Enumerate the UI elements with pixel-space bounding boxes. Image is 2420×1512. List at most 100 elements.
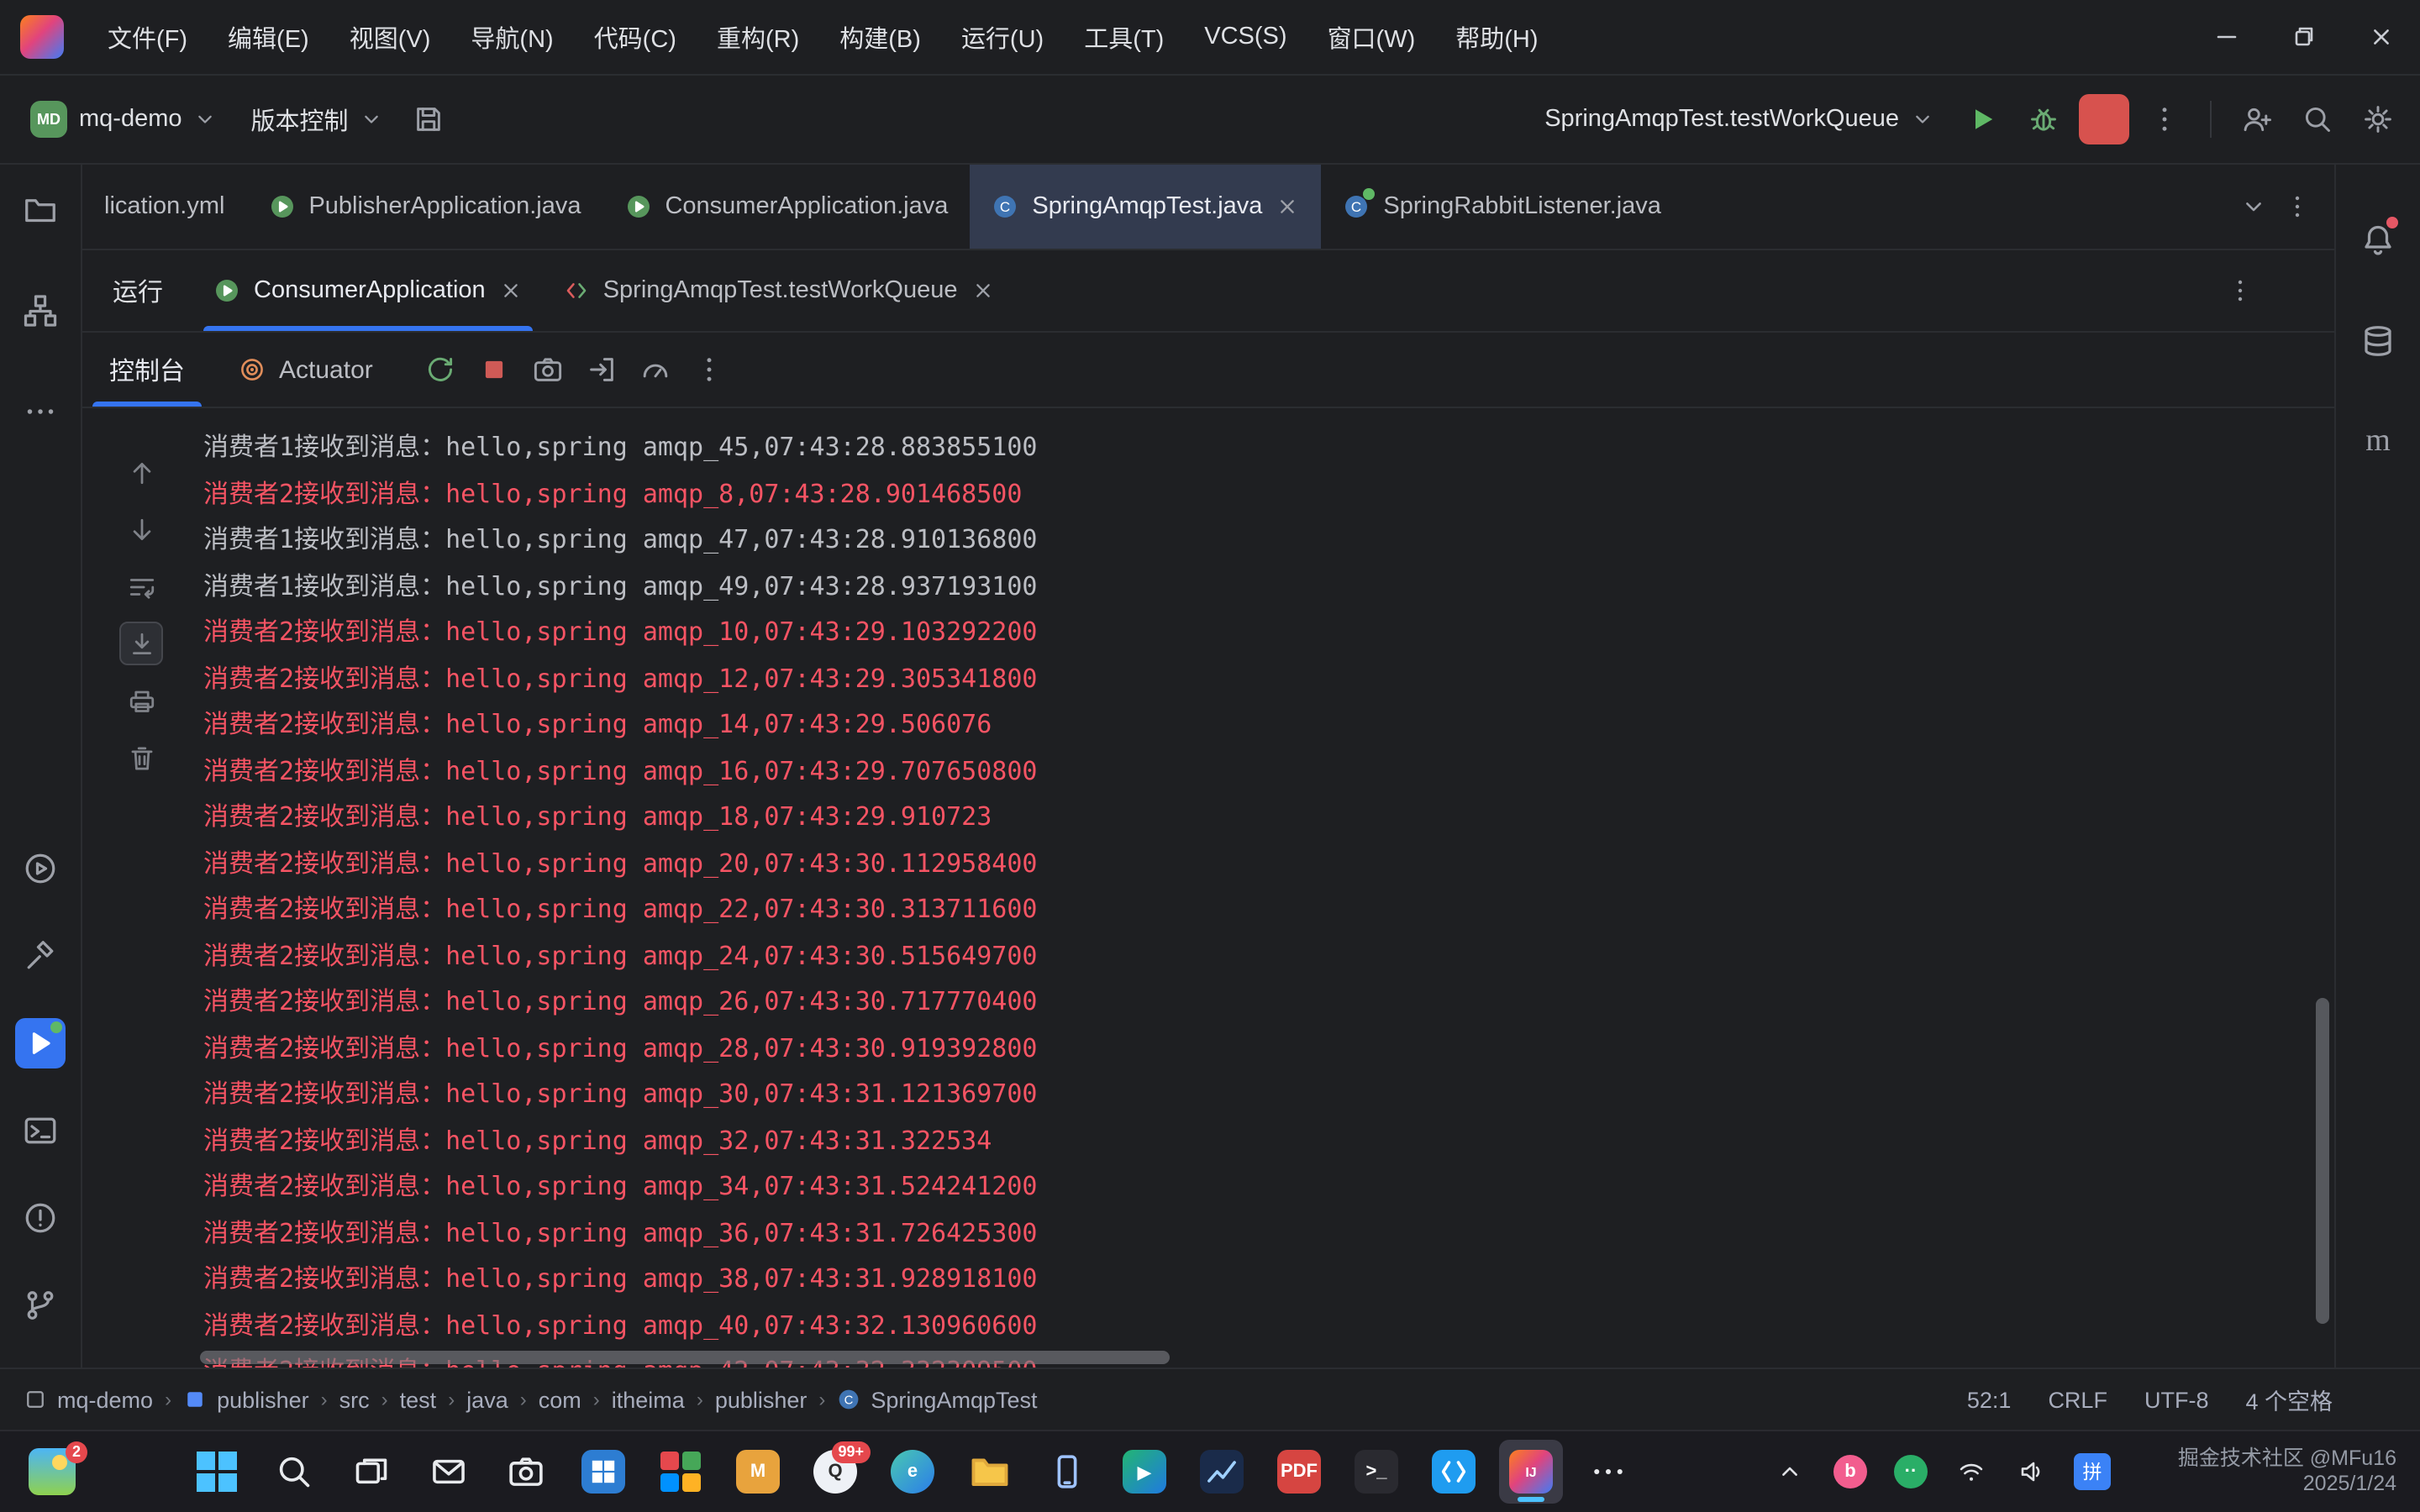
breadcrumb-item-4[interactable]: test — [400, 1387, 437, 1412]
caret-position[interactable]: 52:1 — [1967, 1387, 2012, 1412]
menu-item-7[interactable]: 构建(B) — [819, 0, 941, 74]
hide-panel-icon[interactable] — [2277, 277, 2304, 304]
tray-tray-expand-button[interactable] — [1768, 1450, 1812, 1494]
tray-volume-button[interactable] — [2010, 1450, 2054, 1494]
maven-tool-button[interactable]: m — [2353, 417, 2403, 467]
menu-item-11[interactable]: 窗口(W) — [1307, 0, 1436, 74]
close-tab-icon[interactable] — [971, 279, 994, 302]
project-tool-button[interactable] — [15, 185, 66, 235]
line-separator[interactable]: CRLF — [2048, 1387, 2107, 1412]
run-tool-button[interactable] — [15, 843, 66, 894]
code-with-me-button[interactable] — [2232, 94, 2282, 144]
chevron-down-icon[interactable] — [2240, 193, 2267, 220]
console-tab-1[interactable]: 控制台 — [82, 333, 212, 407]
taskbar-camera-button[interactable] — [494, 1440, 558, 1504]
taskbar-word-m-button[interactable]: M — [726, 1440, 790, 1504]
taskbar-pdf-button[interactable]: PDF — [1267, 1440, 1331, 1504]
widgets-button[interactable]: 2 — [20, 1440, 84, 1504]
taskbar-vscode-button[interactable] — [1422, 1440, 1486, 1504]
taskbar-task-view-button[interactable] — [339, 1440, 403, 1504]
taskbar-intellij-idea-button[interactable]: IJ — [1499, 1440, 1563, 1504]
more-vertical-icon[interactable] — [2284, 193, 2311, 220]
breadcrumb-item-8[interactable]: publisher — [715, 1387, 808, 1412]
search-everywhere-button[interactable] — [2292, 94, 2343, 144]
problems-tool-button[interactable] — [15, 1193, 66, 1243]
project-widget[interactable]: MD mq-demo — [17, 92, 231, 146]
vertical-scrollbar[interactable] — [2316, 998, 2329, 1324]
settings-button[interactable] — [2353, 94, 2403, 144]
database-tool-button[interactable] — [2353, 316, 2403, 366]
breadcrumb-item-3[interactable]: src — [339, 1387, 370, 1412]
menu-item-5[interactable]: 代码(C) — [574, 0, 697, 74]
console-more-button[interactable] — [686, 346, 733, 393]
console-tab-2[interactable]: Actuator — [212, 333, 400, 407]
breadcrumb-item-7[interactable]: itheima — [612, 1387, 685, 1412]
terminal-tool-button[interactable] — [15, 1105, 66, 1156]
debug-button[interactable] — [2018, 94, 2069, 144]
breadcrumb-item-9[interactable]: CSpringAmqpTest — [837, 1387, 1037, 1412]
indent-setting[interactable]: 4 个空格 — [2245, 1383, 2333, 1416]
taskbar-devtools-grid-button[interactable] — [649, 1440, 713, 1504]
taskbar-search-button[interactable] — [262, 1440, 326, 1504]
soft-wrap-button[interactable] — [121, 566, 161, 606]
taskbar-edge-button[interactable]: e — [881, 1440, 944, 1504]
tray-network-button[interactable] — [1949, 1450, 1993, 1494]
print-button[interactable] — [121, 680, 161, 721]
breadcrumb-item-1[interactable]: mq-demo — [24, 1387, 153, 1412]
file-encoding[interactable]: UTF-8 — [2144, 1387, 2209, 1412]
window-close-button[interactable] — [2343, 0, 2420, 74]
console-output[interactable]: 消费者1接收到消息：hello,spring amqp_45,07:43:28.… — [200, 408, 2334, 1368]
taskbar-store-button[interactable] — [571, 1440, 635, 1504]
menu-item-3[interactable]: 视图(V) — [329, 0, 451, 74]
taskbar-chart-app-button[interactable] — [1190, 1440, 1254, 1504]
taskbar-mail-button[interactable] — [417, 1440, 481, 1504]
menu-item-10[interactable]: VCS(S) — [1184, 0, 1307, 74]
close-tab-icon[interactable] — [499, 279, 523, 302]
taskbar-capcut-button[interactable]: ▶ — [1113, 1440, 1176, 1504]
taskbar-more-apps-button[interactable] — [1576, 1440, 1640, 1504]
editor-tab-4[interactable]: CSpringAmqpTest.java — [970, 165, 1321, 249]
menu-item-4[interactable]: 导航(N) — [450, 0, 573, 74]
horizontal-scrollbar[interactable] — [200, 1351, 1170, 1364]
build-tool-button[interactable] — [15, 931, 66, 981]
run-button[interactable] — [1958, 94, 2008, 144]
clear-console-button[interactable] — [121, 738, 161, 778]
taskbar-start-button[interactable] — [185, 1440, 249, 1504]
stop-button[interactable] — [2079, 94, 2129, 144]
notifications-button[interactable] — [2353, 215, 2403, 265]
close-tab-icon[interactable] — [1276, 195, 1299, 218]
scroll-to-end-button[interactable] — [121, 623, 161, 664]
breadcrumb-item-2[interactable]: publisher — [183, 1387, 309, 1412]
run-tab-2[interactable]: SpringAmqpTest.testWorkQueue — [543, 250, 1015, 331]
scroll-up-button[interactable] — [121, 452, 161, 492]
run-configuration-widget[interactable]: SpringAmqpTest.testWorkQueue — [1492, 97, 1948, 141]
tray-bilibili-button[interactable]: b — [1828, 1450, 1872, 1494]
vcs-widget[interactable]: 版本控制 — [238, 93, 397, 145]
menu-item-9[interactable]: 工具(T) — [1064, 0, 1184, 74]
breadcrumb-item-6[interactable]: com — [539, 1387, 581, 1412]
save-all-button[interactable] — [404, 94, 455, 144]
services-tool-button[interactable] — [15, 1018, 66, 1068]
window-minimize-button[interactable] — [2188, 0, 2265, 74]
structure-tool-button[interactable] — [15, 286, 66, 336]
taskbar-qq-button[interactable]: Q99+ — [803, 1440, 867, 1504]
more-tool-windows-button[interactable] — [15, 386, 66, 437]
git-tool-button[interactable] — [15, 1280, 66, 1331]
breadcrumb-item-5[interactable]: java — [466, 1387, 508, 1412]
editor-tab-1[interactable]: lication.yml — [82, 165, 246, 249]
screenshot-button[interactable] — [524, 346, 571, 393]
scroll-down-button[interactable] — [121, 509, 161, 549]
menu-item-8[interactable]: 运行(U) — [941, 0, 1064, 74]
taskbar-file-explorer-button[interactable] — [958, 1440, 1022, 1504]
profiler-button[interactable] — [632, 346, 679, 393]
editor-tab-3[interactable]: ConsumerApplication.java — [602, 165, 970, 249]
edit-mode-icon[interactable] — [2370, 1386, 2396, 1413]
window-restore-button[interactable] — [2265, 0, 2343, 74]
taskbar-phone-link-button[interactable] — [1035, 1440, 1099, 1504]
run-tab-1[interactable]: ConsumerApplication — [193, 250, 543, 331]
more-vertical-icon[interactable] — [2227, 277, 2254, 304]
console-stop-button[interactable] — [471, 346, 518, 393]
toolbar-more-button[interactable] — [2139, 94, 2190, 144]
rerun-button[interactable] — [417, 346, 464, 393]
menu-item-2[interactable]: 编辑(E) — [208, 0, 329, 74]
